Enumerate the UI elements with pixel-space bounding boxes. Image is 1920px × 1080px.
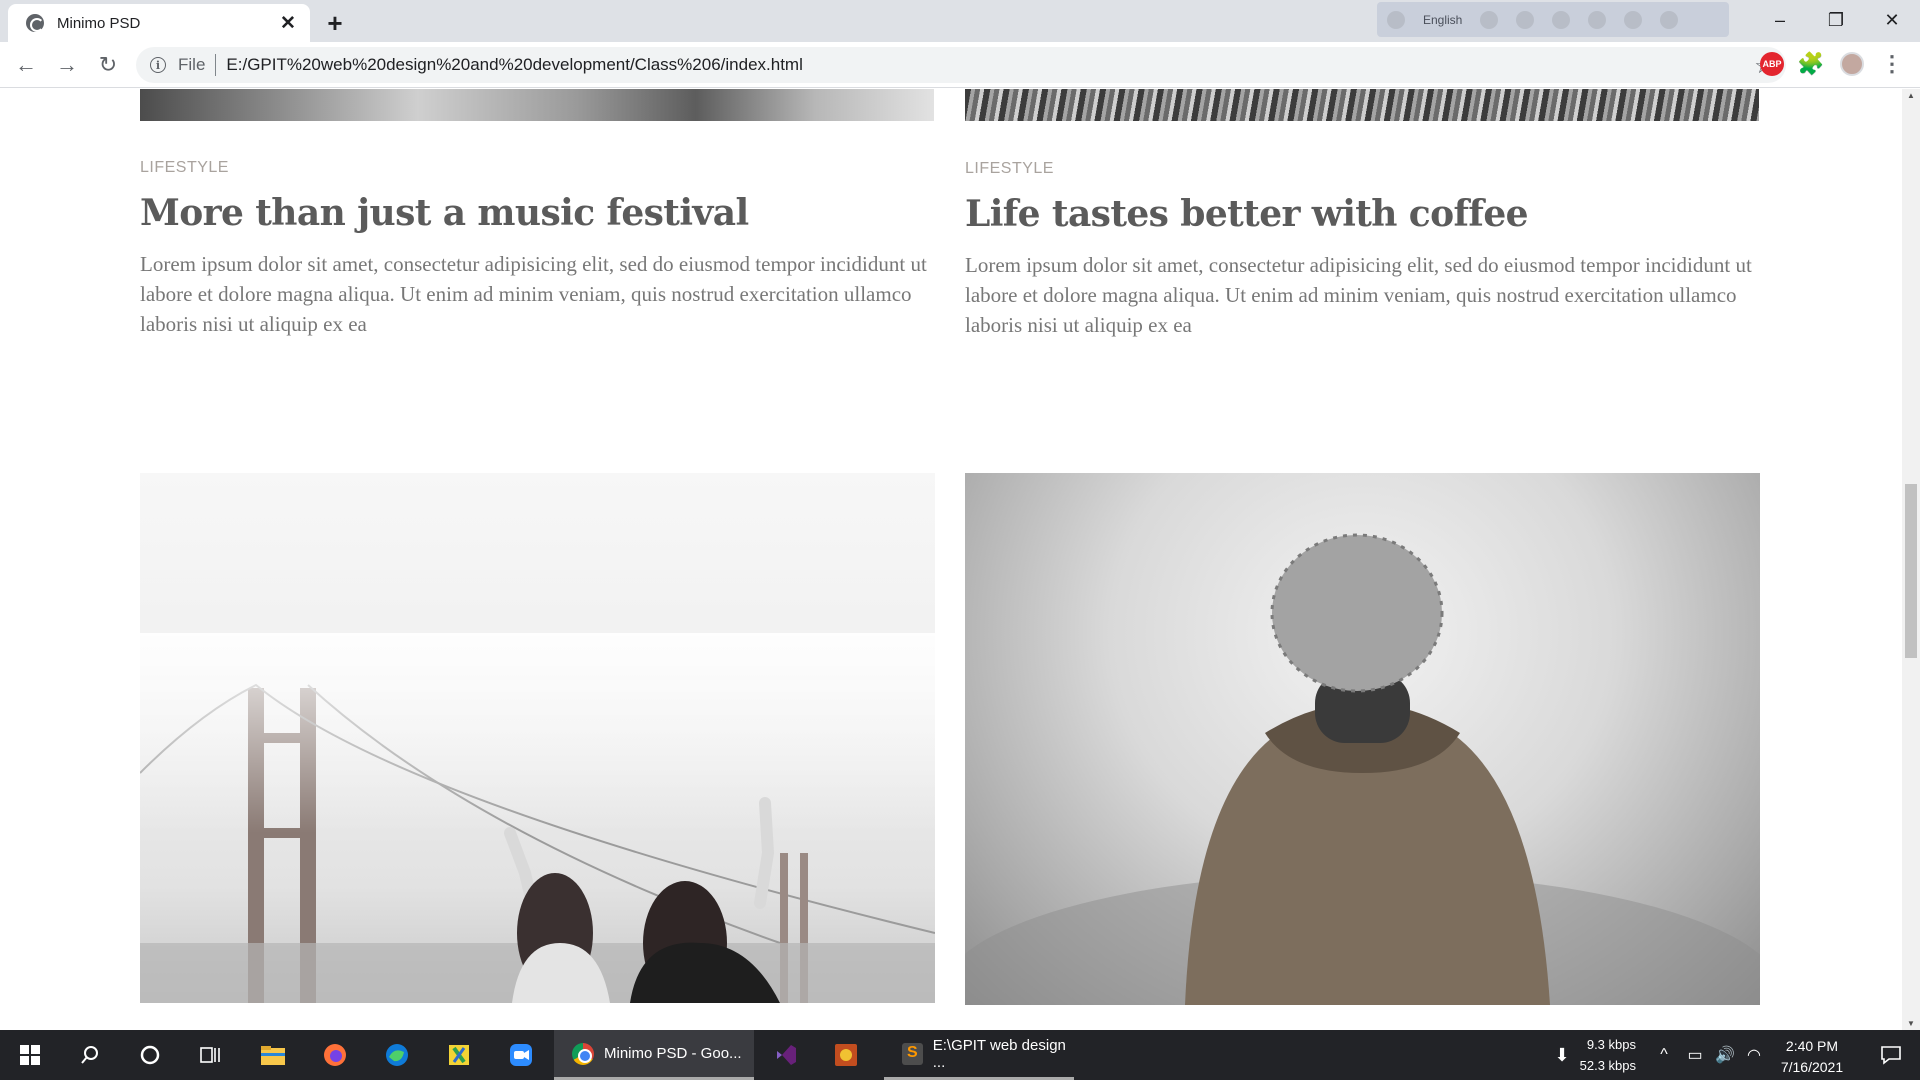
cortana-circle-icon xyxy=(140,1045,160,1065)
taskbar-app-label: E:\GPIT web design ... xyxy=(932,1036,1066,1071)
ime-options-icon[interactable] xyxy=(1660,10,1679,29)
folder-icon xyxy=(261,1046,285,1065)
fog-layer xyxy=(140,633,935,833)
ime-logo-icon[interactable] xyxy=(1387,10,1405,29)
edge-button[interactable] xyxy=(367,1030,427,1080)
beanie-man-illustration xyxy=(965,533,1760,1005)
reload-button[interactable]: ↻ xyxy=(92,49,124,81)
network-speed: 9.3 kbps 52.3 kbps xyxy=(1556,1034,1636,1076)
post-title[interactable]: More than just a music festival xyxy=(140,192,935,234)
firefox-button[interactable] xyxy=(305,1030,365,1080)
address-bar[interactable]: i File E:/GPIT%20web%20design%20and%20de… xyxy=(136,47,1786,83)
ime-language-bar: English xyxy=(1377,2,1729,37)
close-window-button[interactable]: ✕ xyxy=(1864,0,1920,40)
task-view-icon xyxy=(200,1047,220,1063)
photo-editor-button[interactable] xyxy=(816,1030,876,1080)
edge-icon xyxy=(386,1044,408,1066)
taskbar-app-chrome[interactable]: Minimo PSD - Goo... xyxy=(554,1030,754,1080)
bridge-friends-illustration xyxy=(140,633,935,1003)
taskbar-app-sublime[interactable]: E:\GPIT web design ... xyxy=(884,1030,1074,1080)
profile-avatar[interactable] xyxy=(1840,52,1864,76)
post-image-top-music[interactable] xyxy=(140,89,934,121)
site-info-icon[interactable]: i xyxy=(150,57,166,73)
scroll-down-arrow-icon[interactable]: ▼ xyxy=(1907,1019,1915,1028)
post-image-bridge-friends[interactable] xyxy=(140,473,935,1003)
action-center-button[interactable] xyxy=(1866,1030,1916,1080)
task-view-button[interactable] xyxy=(180,1030,240,1080)
zoom-button[interactable] xyxy=(491,1030,551,1080)
post-category[interactable]: LIFESTYLE xyxy=(140,159,935,177)
post-excerpt: Lorem ipsum dolor sit amet, consectetur … xyxy=(140,252,927,337)
extensions-puzzle-icon[interactable]: 🧩 xyxy=(1797,51,1824,76)
zoom-icon xyxy=(510,1044,532,1066)
tab-title: Minimo PSD xyxy=(57,14,141,32)
back-button[interactable]: ← xyxy=(10,49,42,81)
show-hidden-icons-chevron-icon[interactable]: ^ xyxy=(1652,1030,1676,1080)
forward-button[interactable]: → xyxy=(51,49,83,81)
new-tab-button[interactable]: + xyxy=(318,6,352,40)
browser-tab-active[interactable]: Minimo PSD ✕ xyxy=(8,4,310,42)
close-tab-icon[interactable]: ✕ xyxy=(278,13,298,34)
visual-studio-icon xyxy=(777,1045,796,1065)
ime-help-icon[interactable] xyxy=(1624,10,1643,29)
browser-tab-strip: Minimo PSD ✕ + English – ❐ ✕ xyxy=(0,0,1920,42)
windows-start-button[interactable] xyxy=(0,1030,60,1080)
window-controls: – ❐ ✕ xyxy=(1752,0,1920,40)
search-button[interactable] xyxy=(60,1030,120,1080)
battery-icon[interactable]: ▭ xyxy=(1682,1030,1708,1080)
restore-button[interactable]: ❐ xyxy=(1808,0,1864,40)
ime-pen-icon[interactable] xyxy=(1516,10,1535,29)
globe-icon xyxy=(26,14,44,32)
scroll-up-arrow-icon[interactable]: ▲ xyxy=(1907,91,1915,100)
post-excerpt: Lorem ipsum dolor sit amet, consectetur … xyxy=(965,253,1752,338)
raised-arm xyxy=(754,797,775,909)
windows-logo-icon xyxy=(20,1045,40,1065)
omnibox-url[interactable]: E:/GPIT%20web%20design%20and%20developme… xyxy=(226,55,802,75)
system-clock[interactable]: 2:40 PM 7/16/2021 xyxy=(1767,1036,1857,1078)
post-card-coffee: LIFESTYLE Life tastes better with coffee… xyxy=(965,160,1760,340)
download-manager-icon xyxy=(449,1045,469,1065)
cortana-button[interactable] xyxy=(120,1030,180,1080)
net-up-speed: 52.3 kbps xyxy=(1579,1058,1636,1073)
omnibox-scheme: File xyxy=(178,55,206,74)
clock-time: 2:40 PM xyxy=(1785,1038,1839,1054)
scrollbar-thumb[interactable] xyxy=(1905,484,1917,658)
volume-icon[interactable]: 🔊 xyxy=(1712,1030,1738,1080)
post-card-music: LIFESTYLE More than just a music festiva… xyxy=(140,159,935,339)
file-explorer-button[interactable] xyxy=(243,1030,303,1080)
page-scrollbar[interactable]: ▲ ▼ xyxy=(1902,89,1920,1030)
ime-settings-icon[interactable] xyxy=(1552,10,1571,29)
firefox-icon xyxy=(324,1044,346,1066)
minimize-button[interactable]: – xyxy=(1752,0,1808,40)
browser-menu-icon[interactable]: ⋮ xyxy=(1880,51,1904,76)
windows-taskbar: Minimo PSD - Goo... E:\GPIT web design .… xyxy=(0,1030,1920,1080)
omnibox-divider xyxy=(215,54,217,76)
visual-studio-button[interactable] xyxy=(756,1030,816,1080)
ime-browser-icon[interactable] xyxy=(1588,10,1607,29)
post-image-top-coffee[interactable] xyxy=(965,89,1759,121)
post-title[interactable]: Life tastes better with coffee xyxy=(965,193,1760,235)
wifi-icon[interactable]: ◠ xyxy=(1742,1030,1766,1080)
browser-toolbar: ← → ↻ i File E:/GPIT%20web%20design%20an… xyxy=(0,42,1920,88)
page-viewport: LIFESTYLE More than just a music festiva… xyxy=(0,89,1902,1030)
ime-language-label[interactable]: English xyxy=(1423,13,1462,27)
idm-button[interactable] xyxy=(429,1030,489,1080)
post-image-beanie-man[interactable] xyxy=(965,473,1760,1005)
clock-date: 7/16/2021 xyxy=(1780,1059,1844,1075)
sublime-text-icon xyxy=(902,1042,923,1065)
net-down-speed: 9.3 kbps xyxy=(1586,1037,1636,1052)
ime-mode-icon[interactable] xyxy=(1480,10,1499,29)
search-icon xyxy=(81,1046,98,1064)
photo-editor-icon xyxy=(835,1044,857,1066)
notification-icon xyxy=(1881,1046,1901,1065)
adblock-plus-icon[interactable]: ABP xyxy=(1760,52,1784,76)
taskbar-app-label: Minimo PSD - Goo... xyxy=(604,1045,742,1062)
chrome-icon xyxy=(572,1042,594,1065)
post-category[interactable]: LIFESTYLE xyxy=(965,160,1760,178)
